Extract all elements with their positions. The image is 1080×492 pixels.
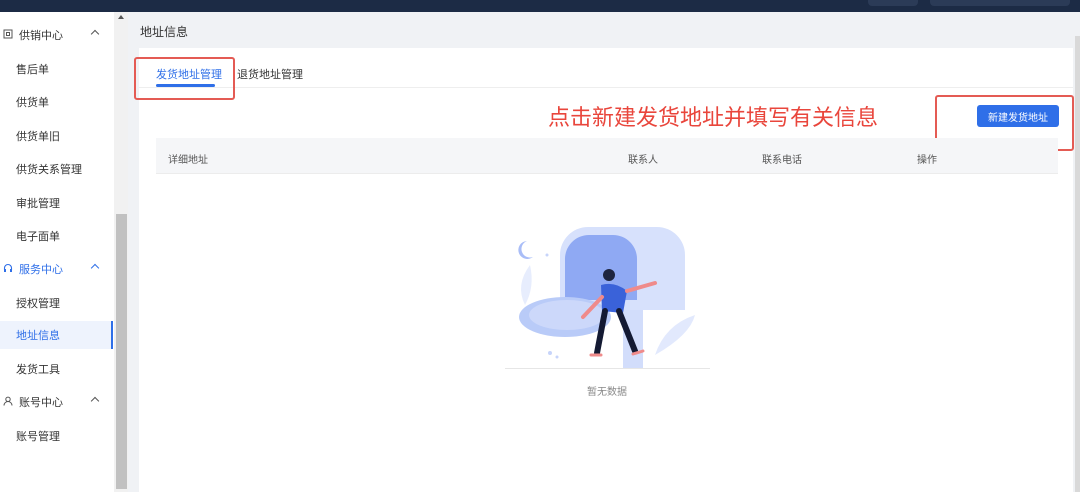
- menu-group-label: 服务中心: [19, 263, 63, 276]
- highlight-box-tab: [134, 57, 235, 100]
- box-icon: [0, 29, 16, 42]
- empty-state-illustration: [505, 225, 710, 370]
- column-header-phone: 联系电话: [762, 155, 802, 166]
- column-header-contact: 联系人: [628, 155, 658, 166]
- scroll-up-arrow-icon[interactable]: [118, 15, 124, 19]
- table-header: 详细地址 联系人 联系电话 操作: [156, 138, 1058, 174]
- sidebar-item-account-management[interactable]: 账号管理: [0, 422, 113, 450]
- sidebar-item-label: 供货关系管理: [16, 163, 82, 176]
- chevron-up-icon: [90, 263, 100, 273]
- sidebar-item-label: 供货单旧: [16, 130, 60, 143]
- navbar-user-area[interactable]: [930, 0, 1070, 6]
- page-title: 地址信息: [140, 25, 189, 39]
- chevron-up-icon: [90, 396, 100, 406]
- page-header: 地址信息: [128, 12, 1080, 48]
- sidebar-item-supply-order-old[interactable]: 供货单旧: [0, 122, 113, 150]
- sidebar-item-address-info[interactable]: 地址信息: [0, 321, 113, 349]
- column-header-actions: 操作: [917, 155, 937, 166]
- menu-group-supply[interactable]: 供销中心: [0, 24, 112, 46]
- headset-icon: [0, 263, 16, 276]
- tab-bar: 发货地址管理 退货地址管理: [139, 48, 1073, 88]
- column-header-address: 详细地址: [168, 155, 208, 166]
- sidebar: 供销中心 售后单 供货单 供货单旧 供货关系管理 审批管理 电子面单 服务中心 …: [0, 12, 128, 492]
- chevron-up-icon: [90, 29, 100, 39]
- menu-group-service[interactable]: 服务中心: [0, 258, 112, 280]
- top-navbar: [0, 0, 1080, 12]
- sidebar-item-authorization[interactable]: 授权管理: [0, 289, 113, 317]
- user-icon: [0, 396, 16, 409]
- sidebar-item-label: 供货单: [16, 96, 49, 109]
- sidebar-item-label: 账号管理: [16, 430, 60, 443]
- menu-group-account[interactable]: 账号中心: [0, 391, 112, 413]
- sidebar-item-supply-relations[interactable]: 供货关系管理: [0, 155, 113, 183]
- empty-state-text: 暂无数据: [587, 387, 627, 398]
- main-scrollbar[interactable]: [1075, 36, 1080, 492]
- sidebar-item-e-waybill[interactable]: 电子面单: [0, 222, 113, 250]
- new-shipping-address-button[interactable]: 新建发货地址: [977, 105, 1059, 127]
- sidebar-item-label: 审批管理: [16, 197, 60, 210]
- sidebar-scroll-thumb[interactable]: [116, 214, 127, 489]
- navbar-button[interactable]: [868, 0, 918, 6]
- sidebar-item-approval[interactable]: 审批管理: [0, 189, 113, 217]
- sidebar-item-label: 授权管理: [16, 297, 60, 310]
- sidebar-item-supply-order[interactable]: 供货单: [0, 88, 113, 116]
- sidebar-item-after-sales[interactable]: 售后单: [0, 55, 113, 83]
- sidebar-item-label: 发货工具: [16, 363, 60, 376]
- sidebar-item-label: 电子面单: [16, 230, 60, 243]
- tab-return-address[interactable]: 退货地址管理: [237, 66, 303, 82]
- menu-group-label: 账号中心: [19, 396, 63, 409]
- sidebar-item-label: 地址信息: [16, 329, 60, 342]
- sidebar-item-shipping-tools[interactable]: 发货工具: [0, 355, 113, 383]
- empty-state-baseline: [505, 368, 710, 369]
- sidebar-item-label: 售后单: [16, 63, 49, 76]
- menu-group-label: 供销中心: [19, 29, 63, 42]
- instruction-annotation: 点击新建发货地址并填写有关信息: [548, 106, 879, 131]
